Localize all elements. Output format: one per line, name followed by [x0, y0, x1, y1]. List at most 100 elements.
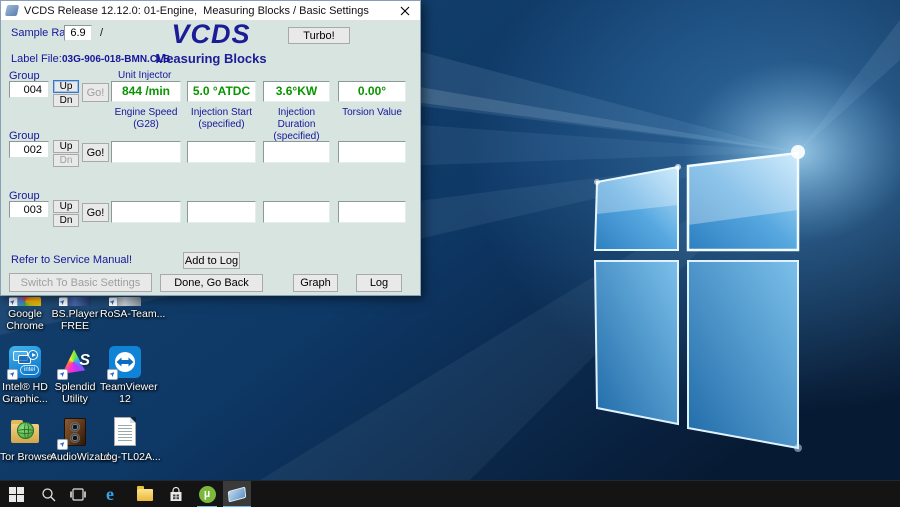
edge-icon: e [106, 484, 114, 504]
desktop-icon-bsplayer[interactable]: ➤ BS.Player FREE [50, 297, 100, 332]
store-bag-icon [170, 487, 182, 501]
google-chrome-icon: ➤ [9, 297, 41, 306]
desktop-root: ➤ Google Chrome ➤ BS.Player FREE ➤ RoSA-Te… [0, 0, 900, 507]
utorrent-icon: µ [198, 486, 216, 503]
desktop-icon-audiowizard[interactable]: ➤ AudioWizard [50, 416, 110, 463]
group-up-button[interactable]: Up [53, 140, 79, 153]
measure-value [263, 201, 330, 223]
desktop-icon-teamviewer[interactable]: ➤ TeamViewer 12 [100, 346, 158, 405]
audiowizard-speaker-icon: ➤ [57, 416, 91, 450]
group-go-button[interactable]: Go! [82, 203, 109, 222]
done-go-back-button[interactable]: Done, Go Back [160, 274, 263, 292]
tor-browser-folder-icon [9, 416, 41, 448]
icon-label: BS.Player [51, 308, 99, 320]
group-dn-button[interactable]: Dn [53, 154, 79, 167]
desktop-icon-intel-hd-graphics[interactable]: intel ➤ Intel® HD Graphic... [0, 346, 50, 405]
desktop-icon-tor-browser[interactable]: Tor Browser [0, 416, 57, 463]
label-file-label: Label File: [11, 53, 62, 65]
measure-value [187, 141, 256, 163]
icon-label: Google [8, 308, 42, 320]
group-dn-button[interactable]: Dn [53, 214, 79, 227]
measure-value [111, 201, 181, 223]
file-explorer-icon [137, 485, 153, 501]
shortcut-arrow-icon: ➤ [9, 297, 18, 306]
measure-value: 0.00° [338, 81, 406, 102]
store-button[interactable] [162, 481, 190, 507]
windows-start-icon [8, 487, 24, 502]
group-number-input[interactable] [9, 81, 49, 98]
icon-label: RoSA-Team... [100, 308, 166, 320]
sample-rate-spinner: / [100, 27, 104, 39]
search-button[interactable] [34, 481, 62, 507]
measure-caption: (G28) [133, 119, 159, 130]
icon-label: Splendid [54, 381, 96, 393]
vcds-window: VCDS Release 12.12.0: 01-Engine, Measuri… [0, 0, 421, 296]
icon-label: Intel® HD [2, 381, 48, 393]
shortcut-arrow-icon: ➤ [109, 297, 118, 306]
vcds-logo: VCDS [171, 19, 251, 49]
icon-label: Graphic... [2, 393, 48, 405]
edge-browser-button[interactable]: e [96, 481, 124, 507]
group-up-button[interactable]: Up [53, 80, 79, 93]
measure-caption: Injection Start [190, 107, 253, 118]
add-to-log-button[interactable]: Add to Log [183, 252, 240, 269]
group-go-button[interactable]: Go! [82, 143, 109, 162]
turbo-button[interactable]: Turbo! [288, 27, 350, 44]
taskbar: e µ [0, 480, 900, 507]
vcds-taskbar-button[interactable] [223, 481, 251, 507]
measure-value [187, 201, 256, 223]
close-icon [400, 6, 410, 15]
icon-label: Utility [62, 393, 88, 405]
measure-caption: Torsion Value [342, 107, 402, 118]
intel-hd-graphics-icon: intel ➤ [7, 346, 41, 380]
icon-label: FREE [60, 320, 89, 332]
shortcut-arrow-icon: ➤ [57, 369, 68, 380]
shortcut-arrow-icon: ➤ [57, 439, 68, 450]
icon-label: AudioWizard [50, 451, 110, 463]
graph-button[interactable]: Graph [293, 274, 338, 292]
vcds-app-icon [4, 5, 20, 16]
desktop-icon-rosa-team[interactable]: ➤ RoSA-Team... [100, 297, 166, 320]
measure-caption: Injection Duration [277, 107, 316, 130]
section-header-unit-injector: Unit Injector [118, 70, 172, 81]
desktop-icon-splendid-utility[interactable]: S ➤ Splendid Utility [50, 346, 100, 405]
measure-value: 3.6°KW [263, 81, 330, 102]
bs-player-icon: ➤ [59, 297, 91, 306]
sample-rate-value: 6.9 [64, 25, 92, 41]
teamviewer-icon: ➤ [107, 346, 141, 380]
task-view-button[interactable] [64, 481, 92, 507]
group-number-input[interactable] [9, 201, 49, 218]
shortcut-arrow-icon: ➤ [7, 369, 18, 380]
measure-value [338, 201, 406, 223]
icon-label: Tor Browser [0, 451, 57, 463]
search-icon [41, 488, 55, 502]
group-go-button[interactable]: Go! [82, 83, 109, 102]
icon-label: Chrome [6, 320, 44, 332]
group-up-button[interactable]: Up [53, 200, 79, 213]
close-button[interactable] [390, 1, 420, 20]
desktop-icon-google-chrome[interactable]: ➤ Google Chrome [0, 297, 50, 332]
measure-caption: Engine Speed [114, 107, 178, 118]
file-explorer-button[interactable] [131, 481, 159, 507]
splendid-utility-icon: S ➤ [57, 346, 91, 380]
window-title: VCDS Release 12.12.0: 01-Engine, Measuri… [24, 4, 369, 17]
utorrent-button[interactable]: µ [193, 481, 221, 507]
switch-to-basic-settings-button[interactable]: Switch To Basic Settings [9, 273, 152, 292]
group-number-input[interactable] [9, 141, 49, 158]
label-file-value: 03G-906-018-BMN.CLB [62, 54, 171, 65]
log-button[interactable]: Log [356, 274, 402, 292]
desktop-icon-log-file[interactable]: Log-TL02A... [100, 416, 161, 463]
log-document-icon [109, 416, 141, 448]
measure-value [338, 141, 406, 163]
icon-label: TeamViewer [100, 381, 158, 393]
window-titlebar[interactable]: VCDS Release 12.12.0: 01-Engine, Measuri… [1, 1, 420, 20]
measure-value: 844 /min [111, 81, 181, 102]
rosa-team-icon: ➤ [109, 297, 141, 306]
icon-label: Log-TL02A... [100, 451, 161, 463]
icon-label: 12 [119, 393, 131, 405]
group-dn-button[interactable]: Dn [53, 94, 79, 107]
refer-service-manual-text: Refer to Service Manual! [11, 254, 133, 266]
measure-value [111, 141, 181, 163]
start-button[interactable] [2, 481, 30, 507]
task-view-icon [70, 488, 86, 501]
